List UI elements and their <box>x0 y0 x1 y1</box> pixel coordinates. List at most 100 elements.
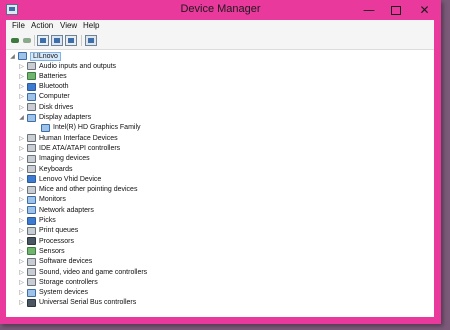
device-tree: ◢ LILnovo ▷ Audio inputs and outputs ▷ Batt… <box>6 50 434 317</box>
collapse-arrow-icon[interactable]: ◢ <box>18 114 25 121</box>
expand-arrow-icon[interactable]: ▷ <box>18 93 25 100</box>
expand-arrow-icon[interactable]: ▷ <box>18 145 25 152</box>
expand-arrow-icon[interactable]: ▷ <box>18 258 25 265</box>
camera-icon <box>27 154 36 163</box>
computer-icon <box>27 92 36 101</box>
toolbar-separator <box>81 35 82 46</box>
tree-item-label: Lenovo Vhid Device <box>39 175 102 183</box>
tree-category[interactable]: ▷ Lenovo Vhid Device <box>18 174 101 184</box>
tree-category[interactable]: ▷ Software devices <box>18 257 92 267</box>
keyboard-icon <box>27 165 36 173</box>
speaker-icon <box>27 268 36 276</box>
tree-category[interactable]: ▷ Disk drives <box>18 102 73 112</box>
tree-root-label: LILnovo <box>30 51 61 61</box>
mouse-icon <box>27 185 36 194</box>
expand-arrow-icon[interactable]: ▷ <box>18 176 25 183</box>
title-bar[interactable]: Device Manager — ✕ <box>0 0 441 20</box>
update-driver-icon[interactable] <box>65 35 77 46</box>
computer-icon <box>18 52 27 60</box>
back-arrow-icon[interactable] <box>9 35 21 46</box>
expand-arrow-icon[interactable]: ▷ <box>18 166 25 173</box>
expand-arrow-icon[interactable]: ▷ <box>18 135 25 142</box>
network-icon <box>27 206 36 215</box>
tree-item-label: IDE ATA/ATAPI controllers <box>39 144 121 152</box>
tree-item-label: Universal Serial Bus controllers <box>39 299 137 307</box>
expand-arrow-icon[interactable]: ▷ <box>18 73 25 80</box>
device-icon <box>27 175 36 184</box>
tree-category[interactable]: ▷ Storage controllers <box>18 277 98 287</box>
expand-arrow-icon[interactable]: ▷ <box>18 207 25 214</box>
tree-item-label: Mice and other pointing devices <box>39 186 138 194</box>
tree-category[interactable]: ▷ Imaging devices <box>18 154 90 164</box>
expand-arrow-icon[interactable]: ▷ <box>18 83 25 90</box>
collapse-arrow-icon[interactable]: ◢ <box>9 53 16 60</box>
expand-arrow-icon[interactable]: ▷ <box>18 248 25 255</box>
tree-child-item[interactable]: Intel(R) HD Graphics Family <box>32 123 141 133</box>
tree-item-label: Display adapters <box>39 114 92 121</box>
bluetooth-icon <box>27 82 36 91</box>
tree-category[interactable]: ▷ Sensors <box>18 246 65 256</box>
tree-item-label: Computer <box>39 93 70 101</box>
tree-category[interactable]: ▷ Monitors <box>18 195 66 205</box>
tree-category[interactable]: ▷ Network adapters <box>18 205 94 215</box>
system-icon <box>27 288 36 297</box>
expand-arrow-icon[interactable]: ▷ <box>18 104 25 111</box>
tree-category[interactable]: ▷ Human Interface Devices <box>18 133 118 143</box>
tree-item-label: Human Interface Devices <box>39 134 118 142</box>
expand-arrow-icon[interactable]: ▷ <box>18 196 25 203</box>
disk-icon <box>27 103 36 112</box>
expand-arrow-icon[interactable]: ▷ <box>18 186 25 193</box>
tree-category[interactable]: ▷ Bluetooth <box>18 82 69 92</box>
close-button[interactable]: ✕ <box>408 0 441 20</box>
tree-category[interactable]: ▷ IDE ATA/ATAPI controllers <box>18 143 120 153</box>
processor-icon <box>27 237 36 246</box>
tree-item-label: Audio inputs and outputs <box>39 62 117 70</box>
tree-root[interactable]: ◢ LILnovo <box>9 51 61 61</box>
tree-category[interactable]: ▷ Keyboards <box>18 164 72 174</box>
toolbar <box>6 33 434 50</box>
menu-action[interactable]: Action <box>31 21 53 30</box>
tree-item-label: Monitors <box>39 196 66 204</box>
tree-category[interactable]: ▷ Picks <box>18 216 56 226</box>
tree-category[interactable]: ▷ Batteries <box>18 71 67 81</box>
tree-category[interactable]: ▷ Computer <box>18 92 70 102</box>
maximize-button[interactable] <box>383 0 409 20</box>
menu-file[interactable]: File <box>12 21 25 30</box>
sensor-icon <box>27 247 36 256</box>
tree-category[interactable]: ▷ Sound, video and game controllers <box>18 267 147 277</box>
properties-icon[interactable] <box>37 35 49 46</box>
tree-category[interactable]: ▷ Print queues <box>18 226 78 236</box>
tree-item-label: Sensors <box>39 247 65 255</box>
expand-arrow-icon[interactable]: ▷ <box>18 299 25 306</box>
scan-hardware-icon[interactable] <box>85 35 97 46</box>
display-adapter-icon <box>41 123 50 132</box>
expand-arrow-icon[interactable]: ▷ <box>18 227 25 234</box>
expand-arrow-icon[interactable]: ▷ <box>18 269 25 276</box>
minimize-button[interactable]: — <box>356 0 382 20</box>
tree-item-label: Picks <box>39 217 56 224</box>
display-adapter-icon <box>27 113 36 122</box>
tree-category[interactable]: ◢ Display adapters <box>18 113 91 123</box>
tree-category[interactable]: ▷ System devices <box>18 288 88 298</box>
tree-category[interactable]: ▷ Universal Serial Bus controllers <box>18 298 136 308</box>
expand-arrow-icon[interactable]: ▷ <box>18 238 25 245</box>
expand-arrow-icon[interactable]: ▷ <box>18 217 25 224</box>
device-icon <box>27 216 36 225</box>
tree-category[interactable]: ▷ Audio inputs and outputs <box>18 61 116 71</box>
expand-arrow-icon[interactable]: ▷ <box>18 279 25 286</box>
expand-arrow-icon[interactable]: ▷ <box>18 289 25 296</box>
tree-item-label: Bluetooth <box>39 83 69 91</box>
speaker-icon <box>27 62 36 70</box>
forward-arrow-icon[interactable] <box>21 35 33 46</box>
expand-arrow-icon[interactable]: ▷ <box>18 155 25 162</box>
tree-item-label: Sound, video and game controllers <box>39 268 148 276</box>
tree-category[interactable]: ▷ Mice and other pointing devices <box>18 185 137 195</box>
help-icon[interactable] <box>51 35 63 46</box>
tree-category[interactable]: ▷ Processors <box>18 236 74 246</box>
menu-bar: File Action View Help <box>6 20 434 33</box>
menu-view[interactable]: View <box>60 21 77 30</box>
menu-help[interactable]: Help <box>83 21 99 30</box>
hid-icon <box>27 134 36 143</box>
device-manager-window: Device Manager — ✕ File Action View Help… <box>0 0 441 324</box>
expand-arrow-icon[interactable]: ▷ <box>18 63 25 70</box>
